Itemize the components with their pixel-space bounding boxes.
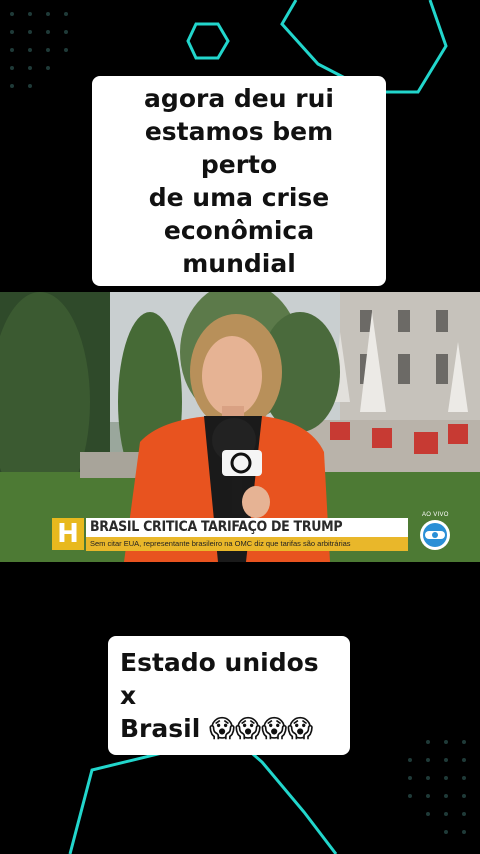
globo-icon (420, 520, 450, 550)
caption-bottom: Estado unidos x Brasil 😱😱😱😱 (108, 636, 350, 755)
channel-logo: H (52, 518, 84, 550)
dot-grid-bottom (408, 740, 466, 834)
news-lower-third: H BRASIL CRITICA TARIFAÇO DE TRUMP Sem c… (52, 518, 408, 552)
caption-top-line: econômica mundial (163, 216, 315, 278)
dot-grid-top (10, 12, 68, 88)
reporter-face (202, 336, 262, 416)
live-label: AO VIVO (422, 512, 449, 518)
caption-top-line: estamos bem perto (144, 117, 334, 179)
caption-top: agora deu rui estamos bem perto de uma c… (92, 76, 386, 286)
caption-top-line: de uma crise (148, 183, 330, 212)
caption-bottom-line: Estado unidos x (120, 648, 319, 710)
news-headline: BRASIL CRITICA TARIFAÇO DE TRUMP (86, 518, 408, 537)
hexagon-outline-icon (186, 22, 230, 60)
caption-bottom-line: Brasil 😱😱😱😱 (120, 714, 314, 743)
news-subline: Sem citar EUA, representante brasileiro … (86, 537, 408, 551)
caption-top-line: agora deu rui (144, 84, 334, 113)
